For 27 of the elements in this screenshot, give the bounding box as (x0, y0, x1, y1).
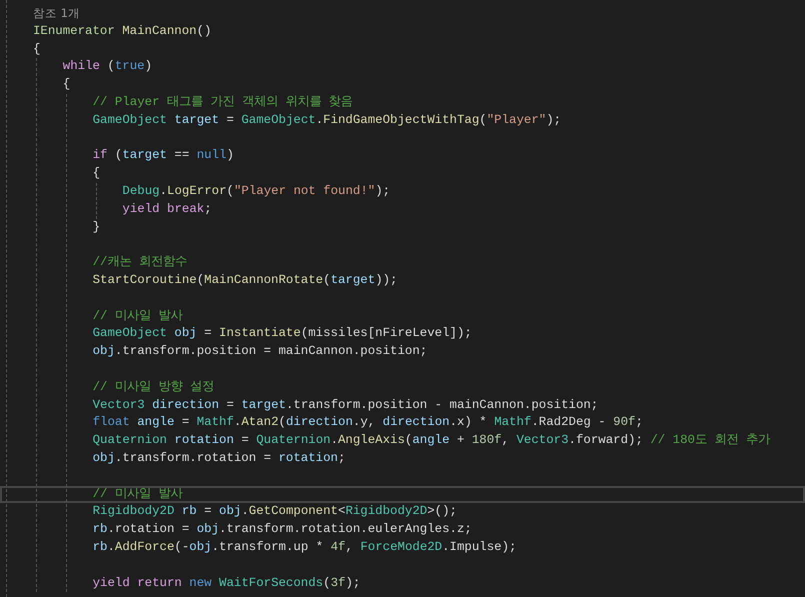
code-line: StartCoroutine(MainCannonRotate(target)); (92, 272, 398, 289)
reference-count-link[interactable]: 참조 1개 (33, 6, 80, 20)
code-line: { (92, 165, 102, 182)
code-line: float angle = Mathf.Atan2(direction.y, direction.x) * Mathf.Rad2Deg - 90f; (92, 414, 644, 432)
code-line: rb.AddForce(-obj.transform.up * 4f, ForceMode2D.Impulse); (92, 538, 518, 556)
code-line: GameObject target = GameObject.FindGameObjectWithTag("Player"); (92, 112, 562, 129)
code-line: { (62, 76, 72, 94)
code-line: // 미사일 발사 (92, 308, 184, 325)
code-line: { (32, 40, 42, 58)
code-line: IEnumerator MainCannon() (32, 22, 212, 40)
code-line: GameObject obj = Instantiate(missiles[nFireLevel]); (92, 325, 473, 342)
code-line: } (92, 218, 102, 236)
code-line: Rigidbody2D rb = obj.GetComponent<Rigidbody2D>(); (92, 503, 458, 520)
code-line: obj.transform.position = mainCannon.position; (92, 343, 428, 360)
code-line: obj.transform.rotation = rotation; (92, 450, 346, 467)
code-line: Debug.LogError("Player not found!"); (121, 182, 392, 200)
code-line: // 미사일 발사 (0, 486, 805, 504)
code-line: while (true) (62, 58, 154, 76)
code-line: rb.rotation = obj.transform.rotation.eulerAngles.z; (92, 521, 473, 538)
code-line: //캐논 회전함수 (92, 254, 188, 272)
code-line: yield break; (121, 200, 213, 218)
code-line: // 미사일 방향 설정 (92, 378, 215, 396)
code-line: yield return new WaitForSeconds(3f); (92, 574, 362, 592)
code-line: // Player 태그를 가진 객체의 위치를 찾음 (92, 94, 354, 111)
code-line: if (target == null) (92, 147, 235, 164)
code-line: Quaternion rotation = Quaternion.AngleAxis(angle + 180f, Vector3.forward); // 180도 회전 추가 (92, 432, 772, 450)
code-line: Vector3 direction = target.transform.position - mainCannon.position; (92, 396, 600, 414)
